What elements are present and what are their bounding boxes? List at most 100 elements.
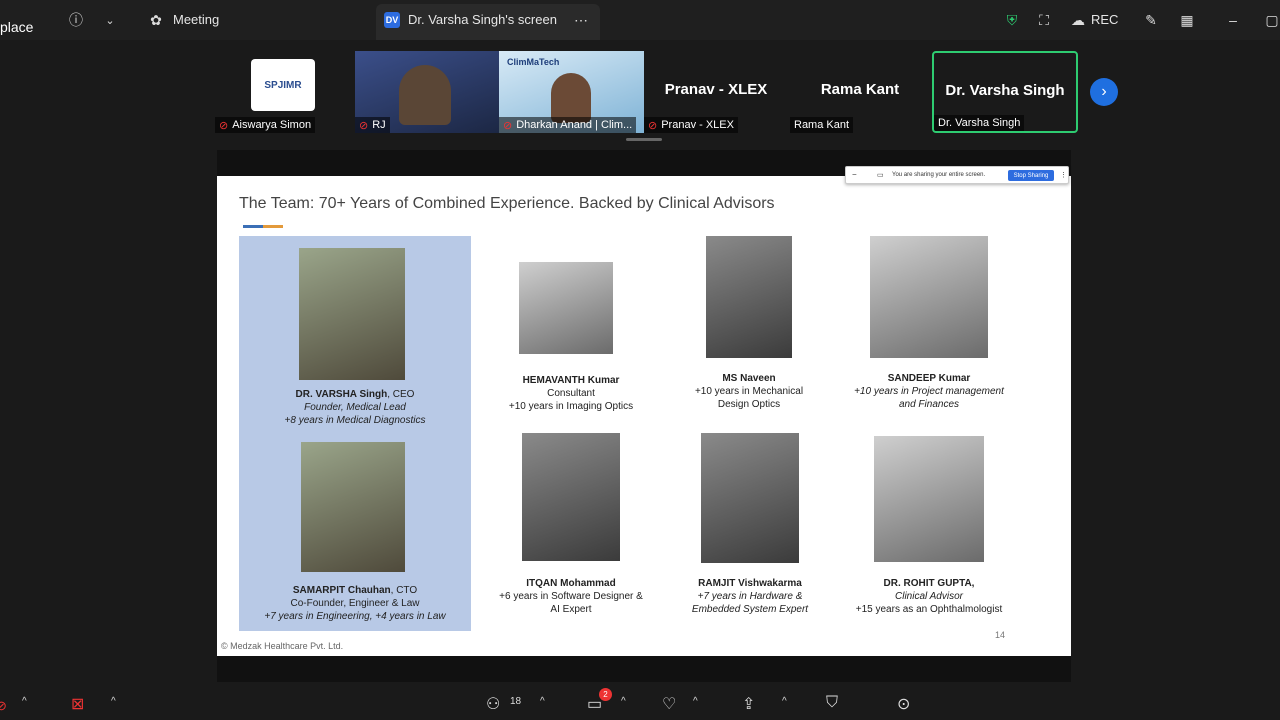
member-experience: Design Optics — [717, 399, 781, 410]
title-accent-bar — [263, 225, 283, 228]
mic-muted-icon: ⊘ — [648, 119, 658, 132]
mic-muted-icon: ⊘ — [503, 119, 513, 132]
apps-grid-icon[interactable]: ▦ — [1177, 10, 1197, 30]
strip-resize-handle[interactable] — [626, 138, 662, 141]
participant-name-bar: Rama Kant — [790, 117, 854, 133]
participant-name: Dr. Varsha Singh — [938, 117, 1021, 129]
member-title: +6 years in Software Designer & — [499, 591, 643, 602]
leadership-panel: DR. VARSHA Singh, CEO Founder, Medical L… — [239, 236, 471, 631]
member-name: DR. ROHIT GUPTA, — [883, 578, 975, 589]
top-bar: place ⓘ ⌄ ✿ Meeting DV Dr. Varsha Singh'… — [0, 0, 1280, 40]
chat-unread-badge: 2 — [599, 688, 612, 701]
rec-label[interactable]: REC — [1091, 12, 1118, 27]
camera-off-icon[interactable]: ⊠ — [71, 694, 84, 714]
member-title: +10 years in Mechanical — [694, 386, 804, 397]
member-experience: +10 years in Imaging Optics — [508, 401, 634, 412]
screen-share-avatar: DV — [384, 12, 400, 28]
collapse-icon[interactable]: − — [852, 170, 857, 179]
title-accent-bar — [243, 225, 263, 228]
minimize-icon[interactable]: – — [1223, 10, 1243, 30]
member-experience: +7 years in Hardware & — [697, 591, 803, 602]
share-screen-icon[interactable]: ⇪ — [742, 694, 755, 714]
participants-options-caret[interactable]: ^ — [540, 696, 545, 707]
team-member-caption: DR. ROHIT GUPTA, Clinical Advisor +15 ye… — [839, 577, 1019, 616]
presentation-slide: The Team: 70+ Years of Combined Experien… — [217, 176, 1071, 656]
mic-muted-icon: ⊘ — [359, 119, 369, 132]
member-experience: +10 years in Project management — [854, 386, 1004, 397]
participant-name: Aiswarya Simon — [232, 119, 312, 131]
participant-logo: SPJIMR — [251, 59, 315, 111]
participant-tile[interactable]: ClimMaTech ⊘ Dharkan Anand | Clim... — [499, 51, 644, 133]
participant-tile[interactable]: Pranav - XLEX ⊘ Pranav - XLEX — [644, 51, 788, 133]
team-member-caption: SANDEEP Kumar +10 years in Project manag… — [837, 372, 1021, 411]
member-title: Founder, Medical Lead — [304, 402, 406, 413]
team-photo — [299, 248, 405, 380]
focus-mode-icon[interactable]: ⛶ — [1034, 10, 1054, 30]
participant-video — [399, 65, 451, 125]
chevron-down-icon[interactable]: ⌄ — [100, 10, 120, 30]
slide-footer: © Medzak Healthcare Pvt. Ltd. — [221, 641, 344, 651]
member-experience: +15 years as an Ophthalmologist — [855, 604, 1003, 615]
participants-icon[interactable]: ⚇ — [486, 694, 500, 714]
participant-name-bar: ⊘ Pranav - XLEX — [644, 117, 738, 133]
app-label: place — [0, 19, 34, 35]
reactions-heart-icon[interactable]: ♡ — [662, 694, 676, 714]
participant-name: RJ — [372, 119, 386, 131]
slide-title: The Team: 70+ Years of Combined Experien… — [239, 195, 775, 212]
participant-name-bar: Dr. Varsha Singh — [934, 115, 1025, 131]
member-experience: +8 years in Medical Diagnostics — [284, 415, 426, 426]
member-name: ITQAN Mohammad — [526, 578, 616, 589]
team-member-caption: RAMJIT Vishwakarma +7 years in Hardware … — [665, 577, 835, 616]
team-member-caption: HEMAVANTH Kumar Consultant +10 years in … — [487, 374, 655, 413]
next-page-button[interactable]: › — [1090, 78, 1118, 106]
share-options-caret[interactable]: ^ — [782, 696, 787, 707]
team-photo — [706, 236, 792, 358]
more-options-icon[interactable]: ⋯ — [571, 10, 591, 30]
team-member-caption: SAMARPIT Chauhan, CTO Co-Founder, Engine… — [239, 584, 471, 623]
participant-display-name: Rama Kant — [820, 81, 900, 98]
member-name: DR. VARSHA Singh — [295, 389, 388, 400]
member-experience: Embedded System Expert — [691, 604, 809, 615]
info-icon[interactable]: ⓘ — [66, 10, 86, 30]
more-options-icon[interactable]: ⋮ — [1060, 171, 1067, 179]
screen-icon: ▭ — [877, 172, 884, 179]
chat-options-caret[interactable]: ^ — [621, 696, 626, 707]
team-member-caption: ITQAN Mohammad +6 years in Software Desi… — [481, 577, 661, 616]
participant-video — [551, 73, 591, 123]
member-title: Clinical Advisor — [895, 591, 963, 602]
team-photo — [519, 262, 613, 354]
mic-muted-icon: ⊘ — [219, 119, 229, 132]
sharing-notice-text: You are sharing your entire screen. — [892, 172, 986, 178]
mic-muted-icon[interactable]: ⊘ — [0, 698, 7, 714]
maximize-icon[interactable]: ▢ — [1262, 10, 1280, 30]
security-shield-icon[interactable]: ⛉ — [826, 694, 838, 712]
video-options-caret[interactable]: ^ — [111, 696, 116, 707]
chevron-right-icon: › — [1101, 83, 1107, 100]
participant-display-name: Pranav - XLEX — [664, 81, 768, 98]
team-photo — [870, 236, 988, 358]
member-experience: AI Expert — [550, 604, 592, 615]
annotate-icon[interactable]: ✎ — [1141, 10, 1161, 30]
participant-logo: ClimMaTech — [507, 57, 560, 67]
audio-options-caret[interactable]: ^ — [22, 696, 27, 707]
participant-tile-active-speaker[interactable]: Dr. Varsha Singh Dr. Varsha Singh — [932, 51, 1078, 133]
participant-tile[interactable]: Rama Kant Rama Kant — [788, 51, 932, 133]
participant-name: Rama Kant — [794, 119, 850, 131]
participant-name: Pranav - XLEX — [661, 119, 734, 131]
meeting-controls-bar: ⊘ ^ ⊠ ^ ⚇ 18 ^ ▭ 2 ^ ♡ ^ ⇪ ^ ⛉ ⊙ — [0, 686, 1280, 720]
stop-sharing-button[interactable]: Stop Sharing — [1008, 170, 1054, 181]
participant-name: Dharkan Anand | Clim... — [516, 119, 633, 131]
meeting-tab[interactable]: Meeting — [173, 12, 219, 27]
team-photo — [874, 436, 984, 562]
shield-check-icon[interactable]: ⛨ — [1002, 10, 1022, 30]
screen-share-tab-label: Dr. Varsha Singh's screen — [408, 12, 557, 27]
more-options-icon[interactable]: ⊙ — [897, 694, 910, 714]
member-title: Consultant — [547, 388, 595, 399]
member-experience: +7 years in Engineering, +4 years in Law — [264, 611, 446, 622]
member-name: SANDEEP Kumar — [887, 373, 971, 384]
participant-tile[interactable]: SPJIMR ⊘ Aiswarya Simon — [215, 51, 319, 133]
participant-tile[interactable]: ⊘ RJ — [355, 51, 499, 133]
meeting-icon: ✿ — [150, 11, 162, 28]
reactions-options-caret[interactable]: ^ — [693, 696, 698, 707]
member-role: , CEO — [387, 389, 415, 400]
